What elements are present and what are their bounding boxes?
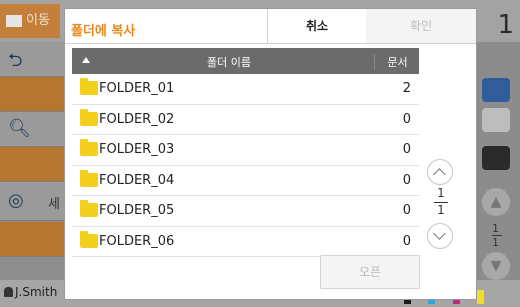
document-count: 2: [402, 81, 411, 96]
open-button[interactable]: 오픈: [320, 255, 420, 289]
toner-y-bar: [476, 289, 484, 304]
title-divider: [65, 43, 476, 44]
list-item[interactable]: FOLDER_06 0: [72, 226, 419, 257]
document-count: 0: [402, 111, 411, 127]
page-indicator-bg: 1 1: [492, 222, 502, 249]
check-search-button[interactable]: ◎ 세: [0, 182, 66, 221]
sort-ascending-icon[interactable]: [82, 57, 90, 63]
more-menu-icon[interactable]: [482, 146, 510, 170]
right-sidebar: ▲ 1 1 ▼: [474, 42, 520, 280]
cancel-button[interactable]: 취소: [267, 9, 367, 43]
folder-name: FOLDER_04: [99, 172, 175, 188]
search-button[interactable]: 🔍︎: [0, 112, 66, 147]
back-arrow-icon: ⮌: [8, 50, 23, 71]
sidebar-button-orange-3[interactable]: [0, 222, 66, 257]
left-sidebar: ⮌ 🔍︎ ◎ 세: [0, 42, 66, 280]
bg-page-current: 1: [492, 222, 499, 235]
page-down-button[interactable]: [427, 223, 453, 249]
folder-name: FOLDER_01: [99, 81, 175, 96]
folder-name: FOLDER_02: [99, 111, 175, 127]
scroll-down-icon[interactable]: ▼: [482, 252, 510, 280]
copy-to-folder-dialog: 폴더에 복사 취소 확인 폴더 이름 문서 FOLDER_01 2 FOLDER…: [64, 8, 477, 300]
sidebar-button-orange-2[interactable]: [0, 147, 66, 182]
total-pages: 1: [437, 203, 445, 217]
user-indicator: J.Smith: [4, 285, 57, 299]
document-count: 0: [402, 142, 411, 157]
list-view-icon[interactable]: [482, 108, 510, 132]
folder-icon: [6, 14, 22, 27]
list-item[interactable]: FOLDER_01 2: [72, 74, 419, 105]
user-icon: [4, 287, 13, 297]
list-item[interactable]: FOLDER_03 0: [72, 135, 419, 166]
title-tab-label: 이동: [26, 13, 50, 28]
page-up-button[interactable]: [427, 159, 453, 185]
folder-list: 폴더 이름 문서 FOLDER_01 2 FOLDER_02 0 FOLDER_…: [72, 48, 419, 257]
list-item[interactable]: FOLDER_04 0: [72, 165, 419, 196]
column-document-count[interactable]: 문서: [374, 54, 420, 70]
title-tab: 이동: [0, 4, 60, 38]
check-magnifier-icon: ◎: [8, 190, 24, 211]
page-number: 1: [497, 10, 514, 40]
back-button[interactable]: ⮌: [0, 42, 66, 77]
folder-icon: [80, 139, 98, 156]
folder-icon: [80, 108, 98, 126]
magnifier-icon: 🔍︎: [8, 118, 31, 139]
document-count: 0: [402, 233, 411, 249]
folder-icon: [80, 230, 98, 248]
document-count: 0: [402, 203, 411, 218]
chevron-down-icon: [433, 227, 446, 240]
folder-icon: [80, 169, 98, 187]
chevron-up-icon: [433, 168, 446, 181]
folder-icon: [80, 200, 98, 217]
bg-page-total: 1: [492, 235, 502, 249]
document-count: 0: [402, 172, 411, 188]
column-folder-name[interactable]: 폴더 이름: [94, 54, 364, 70]
thumbnail-view-icon[interactable]: [482, 78, 510, 102]
check-search-label: 세: [48, 197, 60, 212]
list-item[interactable]: FOLDER_02 0: [72, 104, 419, 135]
folder-name: FOLDER_03: [99, 142, 175, 157]
sidebar-button-orange[interactable]: [0, 77, 66, 112]
folder-icon: [80, 78, 98, 95]
ok-button[interactable]: 확인: [366, 9, 476, 43]
current-page: 1: [437, 186, 445, 200]
list-header: 폴더 이름 문서: [72, 48, 419, 74]
user-name: J.Smith: [15, 285, 58, 299]
folder-name: FOLDER_05: [99, 203, 175, 218]
dialog-title: 폴더에 복사: [71, 24, 136, 39]
list-item[interactable]: FOLDER_05 0: [72, 196, 419, 227]
scroll-up-icon[interactable]: ▲: [482, 188, 510, 216]
folder-name: FOLDER_06: [99, 233, 175, 249]
